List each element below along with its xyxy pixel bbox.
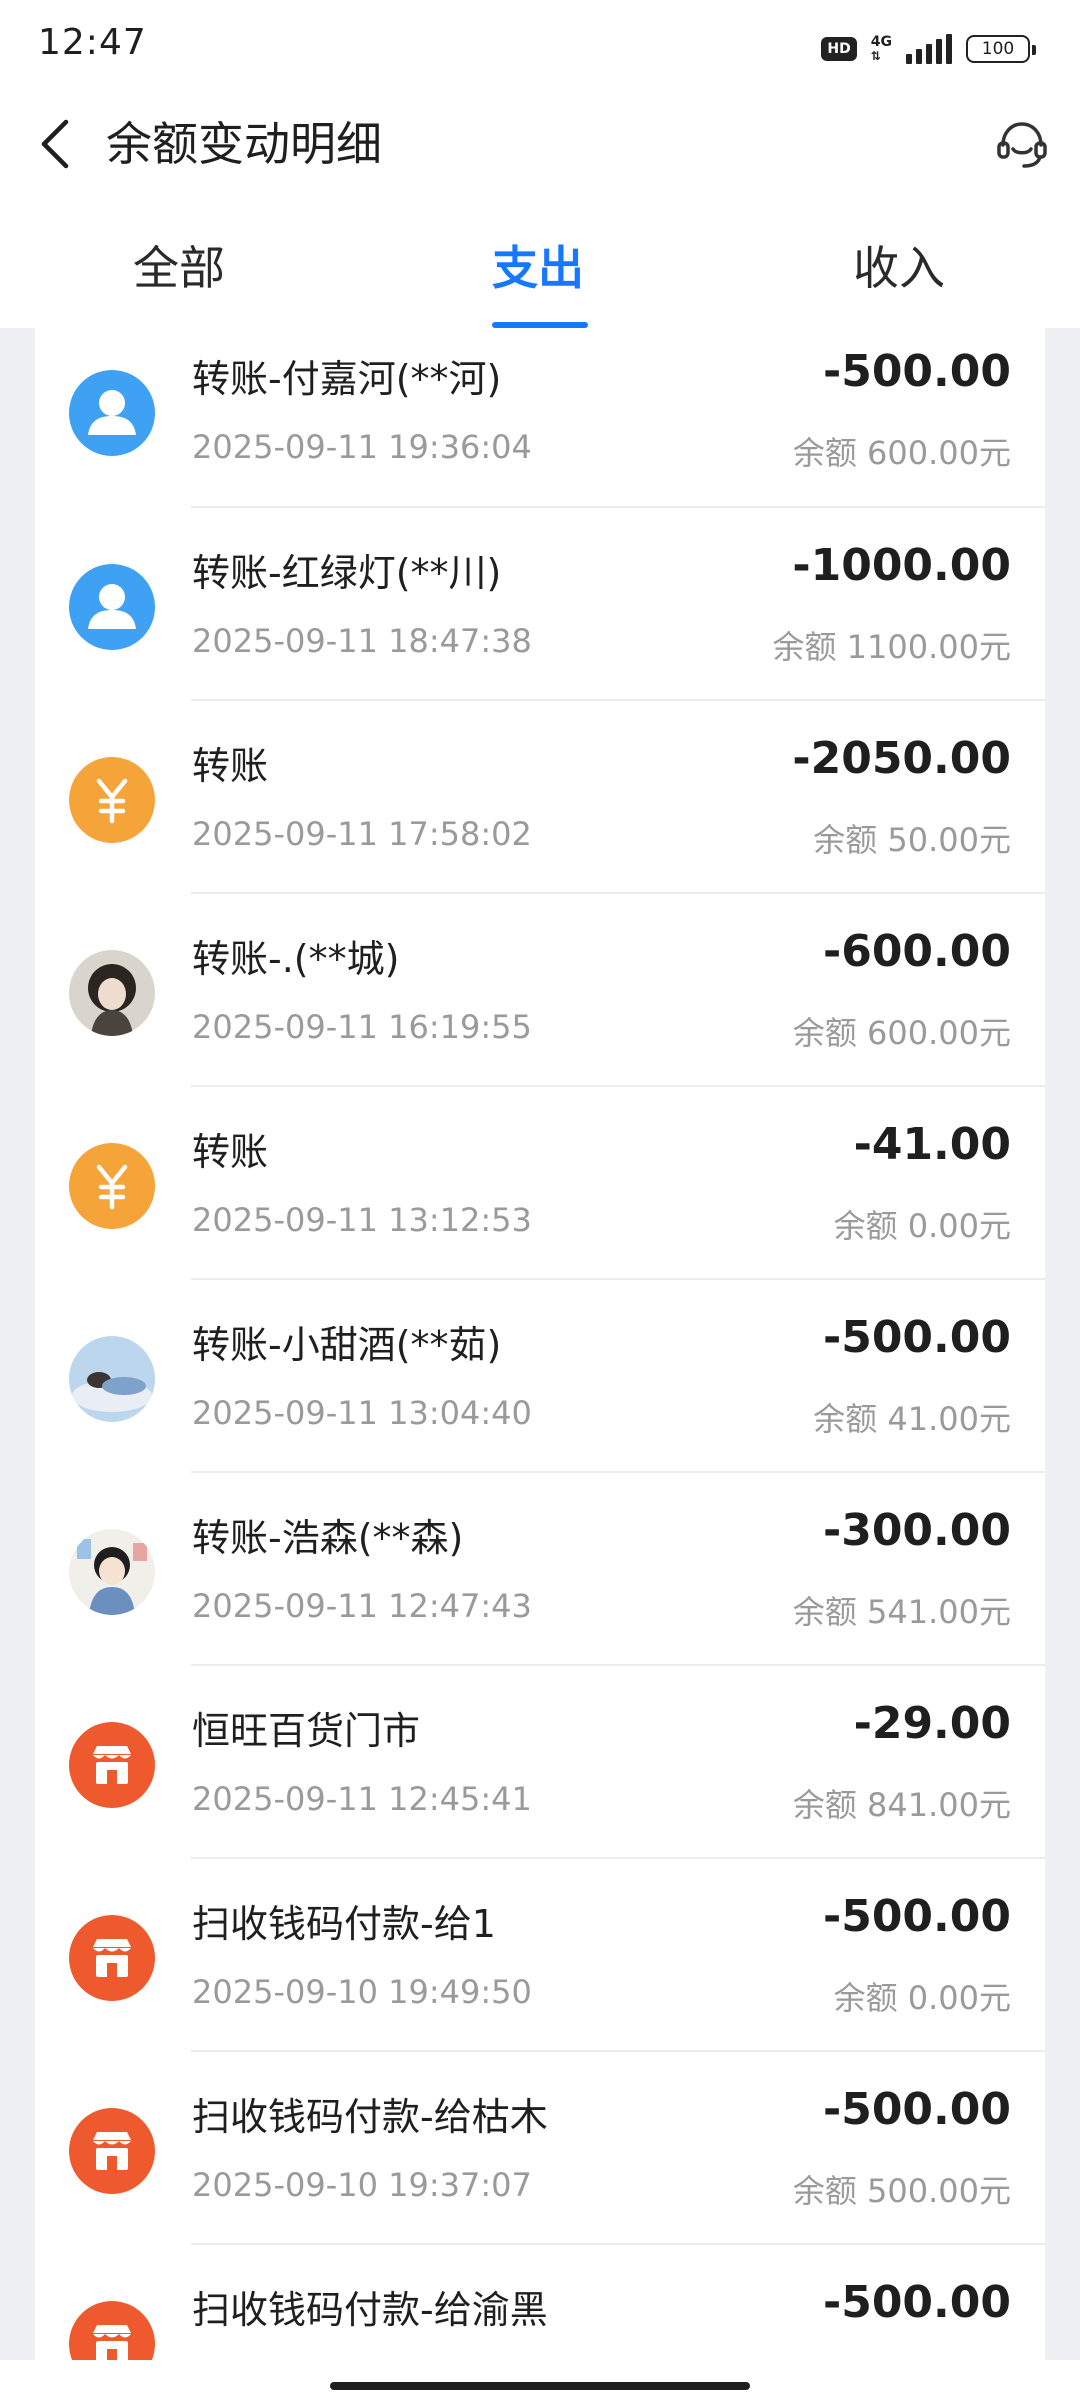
tab-expense[interactable]: 支出 — [492, 240, 584, 296]
status-bar: 12:47 HD 4G ⇅ 100 — [0, 0, 1080, 96]
filter-tabs: 全部 支出 收入 — [0, 192, 1080, 328]
transaction-amount: -500.00 — [822, 1891, 1011, 1942]
transaction-row[interactable]: 转账-红绿灯(**川) 2025-09-11 18:47:38 -1000.00… — [35, 508, 1045, 701]
transaction-title: 转账-浩森(**森) — [192, 1516, 464, 1560]
transaction-balance: 余额 541.00元 — [792, 1593, 1011, 1631]
top-app-bar: 余额变动明细 — [0, 96, 1080, 192]
shop-icon — [69, 1915, 155, 2001]
transaction-title: 扫收钱码付款-给渝黑 — [192, 2288, 548, 2332]
transaction-balance: 余额 500.00元 — [792, 2172, 1011, 2210]
transaction-amount: -41.00 — [853, 1119, 1011, 1170]
transaction-title: 转账-红绿灯(**川) — [192, 551, 502, 595]
home-indicator[interactable] — [330, 2382, 750, 2390]
tab-all[interactable]: 全部 — [133, 240, 225, 296]
tab-income[interactable]: 收入 — [853, 240, 945, 296]
gesture-bar-area — [0, 2360, 1080, 2408]
page-title: 余额变动明细 — [106, 117, 382, 171]
battery-icon: 100 — [966, 35, 1036, 63]
transaction-amount: -500.00 — [822, 1312, 1011, 1363]
transaction-amount: -1000.00 — [792, 540, 1011, 591]
customer-service-icon — [997, 122, 1047, 168]
transaction-balance: 余额 841.00元 — [792, 1786, 1011, 1824]
person-icon — [69, 564, 155, 650]
transaction-datetime: 2025-09-11 13:12:53 — [192, 1201, 532, 1239]
transaction-datetime: 2025-09-10 19:49:50 — [192, 1973, 532, 2011]
transaction-amount: -500.00 — [822, 2084, 1011, 2135]
yuan-icon — [69, 1143, 155, 1229]
transaction-datetime: 2025-09-11 17:58:02 — [192, 815, 532, 853]
yuan-icon — [69, 757, 155, 843]
transaction-list[interactable]: 转账-付嘉河(**河) 2025-09-11 19:36:04 -500.00 … — [35, 328, 1045, 2360]
photo-avatar — [69, 1529, 155, 1615]
transaction-row[interactable]: 扫收钱码付款-给渝黑 -500.00 — [35, 2245, 1045, 2360]
status-time: 12:47 — [38, 22, 147, 63]
transaction-datetime: 2025-09-10 19:37:07 — [192, 2166, 532, 2204]
transaction-amount: -500.00 — [822, 2277, 1011, 2328]
transaction-balance: 余额 50.00元 — [813, 821, 1011, 859]
transaction-balance: 余额 41.00元 — [813, 1400, 1011, 1438]
transaction-balance: 余额 0.00元 — [833, 1207, 1011, 1245]
transaction-amount: -2050.00 — [792, 733, 1011, 784]
transaction-row[interactable]: 转账 2025-09-11 17:58:02 -2050.00 余额 50.00… — [35, 701, 1045, 894]
transaction-title: 转账 — [192, 1130, 269, 1174]
transaction-balance: 余额 1100.00元 — [772, 628, 1011, 666]
customer-service-button[interactable] — [988, 110, 1056, 178]
transaction-datetime: 2025-09-11 12:47:43 — [192, 1587, 532, 1625]
transaction-title: 扫收钱码付款-给枯木 — [192, 2095, 548, 2139]
transaction-amount: -600.00 — [822, 926, 1011, 977]
photo-avatar — [69, 950, 155, 1036]
transaction-title: 转账 — [192, 744, 269, 788]
transaction-datetime: 2025-09-11 13:04:40 — [192, 1394, 532, 1432]
shop-icon — [69, 2301, 155, 2360]
transaction-datetime: 2025-09-11 16:19:55 — [192, 1008, 532, 1046]
transaction-title: 恒旺百货门市 — [192, 1709, 421, 1753]
transaction-row[interactable]: 扫收钱码付款-给1 2025-09-10 19:49:50 -500.00 余额… — [35, 1859, 1045, 2052]
transaction-datetime: 2025-09-11 19:36:04 — [192, 428, 532, 466]
hd-icon: HD — [821, 37, 857, 61]
transaction-datetime: 2025-09-11 12:45:41 — [192, 1780, 532, 1818]
network-type-icon: 4G ⇅ — [870, 34, 892, 63]
battery-level: 100 — [981, 39, 1015, 59]
shop-icon — [69, 1722, 155, 1808]
transaction-balance: 余额 600.00元 — [792, 1014, 1011, 1052]
transaction-row[interactable]: 转账-付嘉河(**河) 2025-09-11 19:36:04 -500.00 … — [35, 328, 1045, 508]
transaction-title: 转账-.(**城) — [192, 937, 400, 981]
chevron-left-icon — [41, 119, 69, 169]
transaction-amount: -29.00 — [853, 1698, 1011, 1749]
transaction-amount: -500.00 — [822, 346, 1011, 397]
transaction-row[interactable]: 转账-浩森(**森) 2025-09-11 12:47:43 -300.00 余… — [35, 1473, 1045, 1666]
transaction-row[interactable]: 转账-小甜酒(**茹) 2025-09-11 13:04:40 -500.00 … — [35, 1280, 1045, 1473]
status-icons: HD 4G ⇅ 100 — [821, 30, 1036, 68]
shop-icon — [69, 2108, 155, 2194]
transaction-title: 转账-小甜酒(**茹) — [192, 1323, 502, 1367]
transaction-row[interactable]: 恒旺百货门市 2025-09-11 12:45:41 -29.00 余额 841… — [35, 1666, 1045, 1859]
photo-avatar — [69, 1336, 155, 1422]
transaction-balance: 余额 600.00元 — [792, 434, 1011, 472]
transaction-amount: -300.00 — [822, 1505, 1011, 1556]
transaction-balance: 余额 0.00元 — [833, 1979, 1011, 2017]
transaction-row[interactable]: 转账-.(**城) 2025-09-11 16:19:55 -600.00 余额… — [35, 894, 1045, 1087]
transaction-row[interactable]: 扫收钱码付款-给枯木 2025-09-10 19:37:07 -500.00 余… — [35, 2052, 1045, 2245]
back-button[interactable] — [24, 112, 88, 176]
network-type-label: 4G — [870, 34, 892, 50]
transaction-title: 转账-付嘉河(**河) — [192, 357, 502, 401]
person-icon — [69, 370, 155, 456]
signal-strength-icon — [906, 34, 952, 64]
transaction-title: 扫收钱码付款-给1 — [192, 1902, 496, 1946]
transaction-row[interactable]: 转账 2025-09-11 13:12:53 -41.00 余额 0.00元 — [35, 1087, 1045, 1280]
transaction-datetime: 2025-09-11 18:47:38 — [192, 622, 532, 660]
